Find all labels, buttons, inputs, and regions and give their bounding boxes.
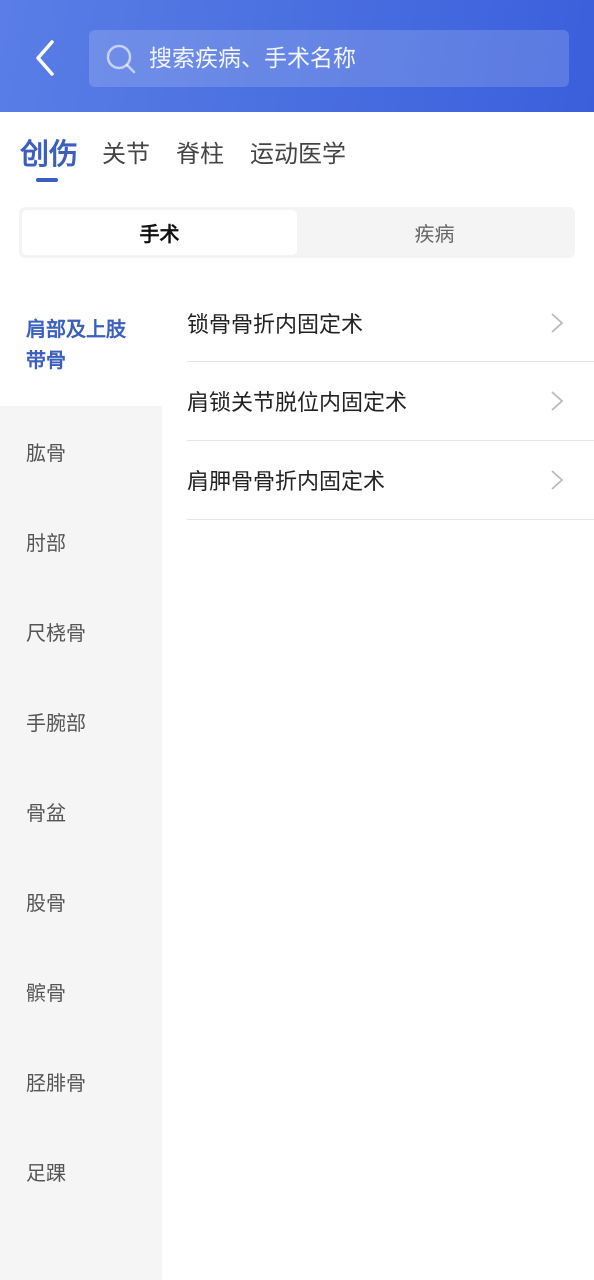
sidebar-item-pelvis[interactable]: 骨盆 [0, 766, 162, 856]
sidebar-item-elbow[interactable]: 肘部 [0, 496, 162, 586]
segment-control: 手术 疾病 [19, 207, 575, 258]
list-item[interactable]: 锁骨骨折内固定术 [187, 284, 594, 362]
list-item-label: 锁骨骨折内固定术 [187, 312, 364, 338]
chevron-left-icon [36, 40, 54, 76]
list-item[interactable]: 肩胛骨骨折内固定术 [187, 441, 594, 520]
header-bar [0, 0, 594, 112]
sidebar-item-tibia-fibula[interactable]: 胫腓骨 [0, 1036, 162, 1126]
sidebar: 肩部及上肢带骨 肱骨 肘部 尺桡骨 手腕部 骨盆 股骨 髌骨 胫腓骨 足踝 [0, 284, 162, 1280]
search-box[interactable] [89, 30, 569, 87]
sidebar-item-humerus[interactable]: 肱骨 [0, 406, 162, 496]
tab-spine[interactable]: 脊柱 [176, 134, 224, 174]
sidebar-item-radius-ulna[interactable]: 尺桡骨 [0, 586, 162, 676]
list-item-label: 肩锁关节脱位内固定术 [187, 391, 408, 416]
segment-surgery[interactable]: 手术 [22, 210, 297, 255]
segment-disease[interactable]: 疾病 [297, 210, 572, 255]
tab-joint[interactable]: 关节 [102, 134, 150, 174]
list-item[interactable]: 肩锁关节脱位内固定术 [187, 362, 594, 441]
tab-sports-medicine[interactable]: 运动医学 [250, 134, 346, 174]
sidebar-item-shoulder[interactable]: 肩部及上肢带骨 [0, 284, 162, 406]
list-item-label: 肩胛骨骨折内固定术 [187, 470, 386, 495]
back-button[interactable] [28, 38, 64, 78]
search-icon [106, 44, 136, 73]
sidebar-item-patella[interactable]: 髌骨 [0, 946, 162, 1036]
sidebar-item-foot-ankle[interactable]: 足踝 [0, 1126, 162, 1216]
chevron-right-icon [551, 312, 564, 333]
chevron-right-icon [551, 470, 564, 490]
sidebar-item-wrist[interactable]: 手腕部 [0, 676, 162, 766]
search-input[interactable] [149, 45, 529, 72]
chevron-right-icon [551, 391, 564, 411]
tab-trauma[interactable]: 创伤 [20, 134, 78, 182]
sidebar-item-femur[interactable]: 股骨 [0, 856, 162, 946]
surgery-list: 锁骨骨折内固定术 肩锁关节脱位内固定术 肩胛骨骨折内固定术 [187, 284, 594, 520]
category-tabs: 创伤 关节 脊柱 运动医学 [20, 134, 372, 184]
